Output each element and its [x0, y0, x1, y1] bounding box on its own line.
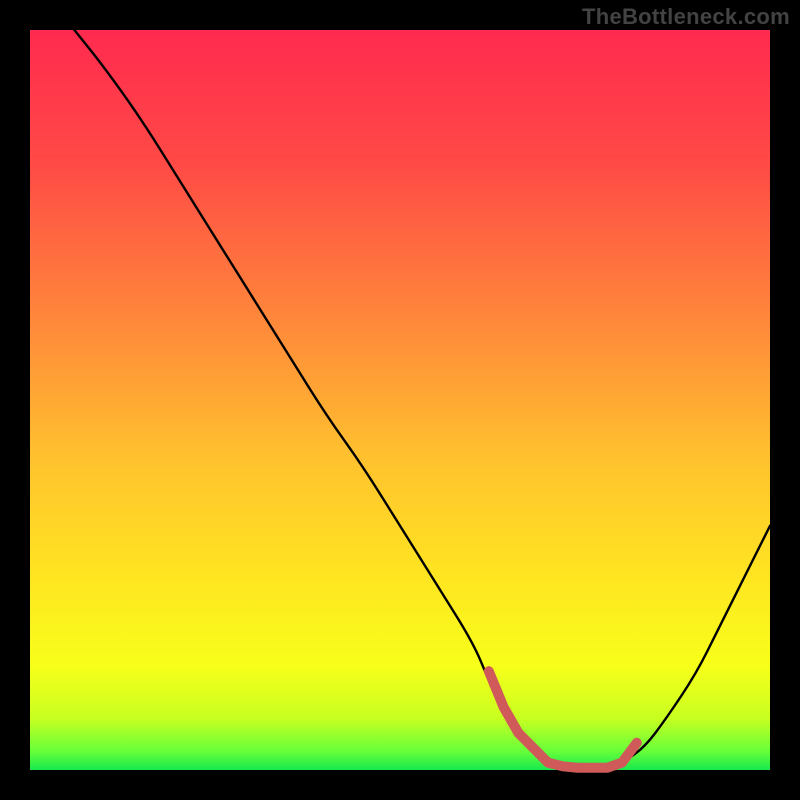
watermark-text: TheBottleneck.com — [582, 4, 790, 30]
bottleneck-chart — [0, 0, 800, 800]
plot-background — [30, 30, 770, 770]
chart-stage: TheBottleneck.com — [0, 0, 800, 800]
